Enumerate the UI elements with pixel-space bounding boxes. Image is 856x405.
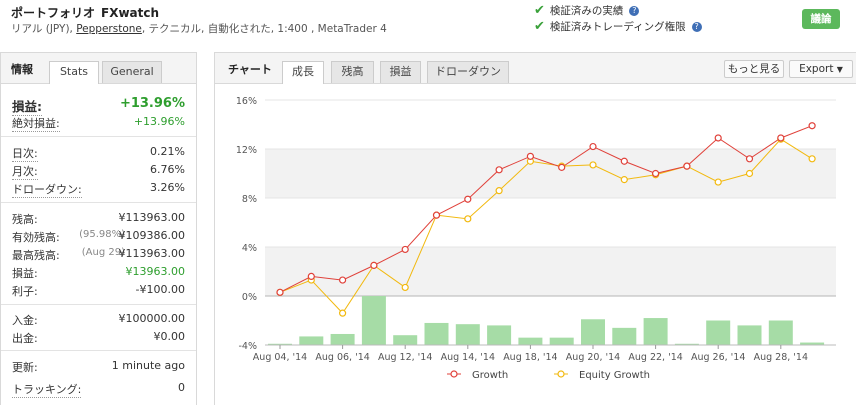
- data-point: [714, 134, 722, 142]
- x-tick-label: Aug 18, '14: [503, 352, 557, 363]
- legend-label: Growth: [472, 370, 508, 381]
- data-point: [558, 163, 566, 171]
- drawdown-bar: [299, 336, 324, 345]
- data-point: [683, 162, 691, 170]
- data-point: [495, 166, 503, 174]
- x-tick-label: Aug 26, '14: [691, 352, 745, 363]
- drawdown-bar: [706, 320, 731, 345]
- drawdown-bar: [487, 325, 512, 345]
- drawdown-bar: [455, 324, 480, 345]
- y-tick-label: 0%: [242, 292, 257, 303]
- drawdown-bar: [581, 319, 605, 345]
- y-tick-label: 12%: [236, 145, 257, 156]
- drawdown-bar: [361, 296, 386, 345]
- data-point: [370, 261, 378, 269]
- data-point: [339, 276, 347, 284]
- drawdown-bar: [518, 337, 543, 345]
- x-tick-label: Aug 04, '14: [253, 352, 307, 363]
- data-point: [401, 245, 409, 254]
- data-point: [464, 195, 472, 203]
- growth-chart: 16% 12% 8% 4% 0% -4%Aug 04, '14 Aug 06, '14 Aug…: [236, 96, 836, 381]
- data-point: [401, 283, 409, 292]
- x-tick-label: Aug 12, '14: [378, 352, 432, 363]
- y-tick-label: 4%: [242, 243, 257, 254]
- data-point: [808, 122, 816, 130]
- drawdown-bar: [330, 333, 355, 345]
- grid-band: [265, 247, 836, 296]
- data-point: [526, 152, 535, 160]
- drawdown-bar: [612, 327, 637, 345]
- data-point: [777, 134, 785, 142]
- drawdown-bar: [424, 322, 449, 345]
- legend-marker: [557, 370, 565, 378]
- drawdown-bar: [393, 335, 418, 345]
- data-point: [620, 176, 628, 184]
- data-point: [808, 155, 816, 163]
- legend-marker: [450, 370, 458, 378]
- data-point: [651, 169, 660, 178]
- data-point: [745, 155, 754, 163]
- data-point: [589, 161, 597, 169]
- y-tick-label: 16%: [236, 96, 257, 107]
- data-point: [495, 187, 503, 195]
- y-tick-label: -4%: [239, 341, 258, 352]
- x-tick-label: Aug 14, '14: [441, 352, 495, 363]
- data-point: [339, 309, 347, 317]
- drawdown-bar: [549, 337, 574, 345]
- data-point: [745, 169, 754, 178]
- x-tick-label: Aug 06, '14: [315, 352, 369, 363]
- y-tick-label: 8%: [242, 194, 257, 205]
- drawdown-bar: [643, 318, 668, 345]
- x-tick-label: Aug 22, '14: [628, 352, 682, 363]
- data-point: [714, 178, 722, 186]
- data-point: [276, 288, 284, 296]
- drawdown-bar: [737, 325, 762, 345]
- x-tick-label: Aug 28, '14: [754, 352, 808, 363]
- data-point: [432, 211, 441, 219]
- data-point: [589, 142, 597, 151]
- data-point: [464, 215, 472, 223]
- x-tick-label: Aug 20, '14: [566, 352, 620, 363]
- legend-label: Equity Growth: [579, 370, 650, 381]
- data-point: [620, 157, 628, 165]
- data-point: [307, 272, 315, 280]
- drawdown-bar: [768, 320, 793, 345]
